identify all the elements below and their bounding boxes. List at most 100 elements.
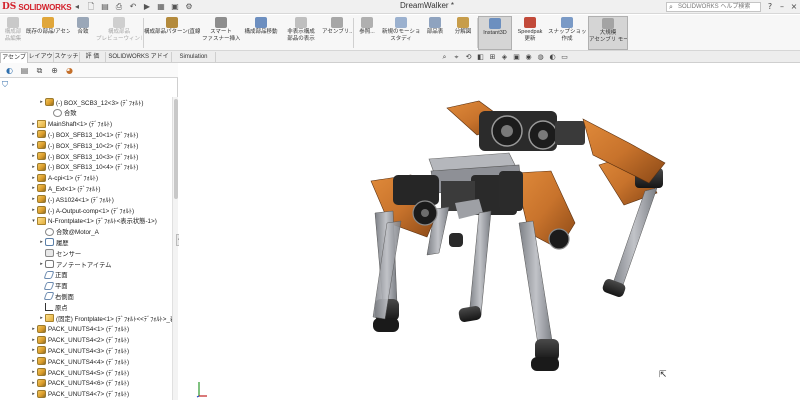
tab-addins[interactable]: SOLIDWORKS アドイン <box>106 52 172 71</box>
tree-node[interactable]: ▸ PACK_UNUTS4<7> (ﾃﾞﾌｫﾙﾄ) <box>30 389 129 399</box>
tree-node[interactable]: 右側面 <box>38 291 74 301</box>
tree-node[interactable]: ▸ PACK_UNUTS4<5> (ﾃﾞﾌｫﾙﾄ) <box>30 367 129 377</box>
options-icon[interactable]: ⚙ <box>184 2 194 12</box>
tree-node[interactable]: ▾ N-Frontplate<1> (ﾃﾞﾌｫﾙﾄ<表示状態-1>) <box>30 216 157 226</box>
expand-arrow-icon[interactable]: ▸ <box>30 175 37 181</box>
expand-arrow-icon[interactable]: ▸ <box>30 131 37 137</box>
bom-button[interactable]: 部品表 <box>422 16 448 50</box>
zoom-to-fit-icon[interactable]: ⌕ <box>440 53 449 62</box>
display-style-icon[interactable]: ▣ <box>512 53 521 62</box>
expand-arrow-icon[interactable]: ▸ <box>30 347 37 353</box>
large-assembly-button[interactable]: 大規模アセンブリ モード <box>588 16 628 50</box>
instant3d-button[interactable]: Instant3D <box>478 16 512 50</box>
undo-icon[interactable]: ↶ <box>128 2 138 12</box>
tree-node[interactable]: センサー <box>38 248 81 258</box>
tree-node[interactable]: ▸ PACK_UNUTS4<4> (ﾃﾞﾌｫﾙﾄ) <box>30 356 129 366</box>
tree-node[interactable]: 合致@Motor_A <box>38 227 99 237</box>
new-doc-icon[interactable]: 🗋 <box>86 2 96 12</box>
scrollbar-thumb[interactable] <box>174 99 178 199</box>
snapshot-button[interactable]: スナップショット作成 <box>548 16 586 50</box>
tab-evaluate[interactable]: 評 価 <box>80 52 106 63</box>
expand-arrow-icon[interactable]: ▸ <box>30 164 37 170</box>
expand-arrow-icon[interactable]: ▸ <box>30 380 37 386</box>
close-button[interactable]: × <box>788 1 800 13</box>
new-motion-study-button[interactable]: 新規のモーションスタディ <box>382 16 420 50</box>
rear-left-leg[interactable] <box>426 206 492 323</box>
tab-simulation[interactable]: Simulation <box>172 52 216 63</box>
tree-node[interactable]: 合致 <box>46 108 77 118</box>
insert-component-button[interactable]: 既存の部品/アセンブリ <box>26 16 70 50</box>
edit-component-button[interactable]: 構成部 品編集 <box>2 16 24 50</box>
robot-dog-model[interactable] <box>179 63 800 400</box>
expand-arrow-icon[interactable]: ▸ <box>30 326 37 332</box>
tree-node[interactable]: ▸ 履歴 <box>38 237 69 247</box>
previous-view-icon[interactable]: ⟲ <box>464 53 473 62</box>
hide-show-icon[interactable]: ◉ <box>524 53 533 62</box>
expand-arrow-icon[interactable]: ▸ <box>38 261 45 267</box>
linear-pattern-button[interactable]: 構成部品パターン(直線パターン) <box>144 16 200 50</box>
reference-button[interactable]: 参照... <box>354 16 380 50</box>
expand-arrow-icon[interactable]: ▾ <box>30 218 37 224</box>
view-settings-icon[interactable]: ▭ <box>560 53 569 62</box>
expand-arrow-icon[interactable]: ▸ <box>38 239 45 245</box>
rebuild-icon[interactable]: ▦ <box>156 2 166 12</box>
tree-node[interactable]: ▸ PACK_UNUTS4<3> (ﾃﾞﾌｫﾙﾄ) <box>30 345 129 355</box>
print-icon[interactable]: ⎙ <box>114 2 124 12</box>
tree-node[interactable]: ▸ PACK_UNUTS4<6> (ﾃﾞﾌｫﾙﾄ) <box>30 378 129 388</box>
tree-node[interactable]: ▸ MainShaft<1> (ﾃﾞﾌｫﾙﾄ) <box>30 119 112 129</box>
view-orientation-icon[interactable]: ◈ <box>500 53 509 62</box>
assembly-features-button[interactable]: アセンブリ... <box>322 16 352 50</box>
section-view-icon[interactable]: ◧ <box>476 53 485 62</box>
front-right-thigh[interactable] <box>499 170 576 250</box>
expand-arrow-icon[interactable]: ▸ <box>30 185 37 191</box>
zoom-area-icon[interactable]: ⌖ <box>452 53 461 62</box>
feature-manager-icon[interactable]: ◐ <box>3 65 16 76</box>
help-search-input[interactable]: ⌕ SOLIDWORKS ヘルプ検索 <box>666 2 761 12</box>
tree-node[interactable]: ▸ (-) BOX_SFB13_10<3> (ﾃﾞﾌｫﾙﾄ) <box>30 151 138 161</box>
tree-node[interactable]: ▸ A_Ext<1> (ﾃﾞﾌｫﾙﾄ) <box>30 183 101 193</box>
show-hidden-button[interactable]: 非表示構成 部品の表示 <box>282 16 320 50</box>
scene-icon[interactable]: ◐ <box>548 53 557 62</box>
expand-arrow-icon[interactable]: ▸ <box>38 315 45 321</box>
expand-arrow-icon[interactable]: ▸ <box>30 391 37 397</box>
expand-arrow-icon[interactable]: ▸ <box>30 153 37 159</box>
configuration-manager-icon[interactable]: ⧉ <box>33 65 46 76</box>
expand-arrow-icon[interactable]: ▸ <box>30 337 37 343</box>
tab-sketch[interactable]: スケッチ <box>54 52 80 63</box>
tree-node[interactable]: 正面 <box>38 270 68 280</box>
tree-node[interactable]: ▸ (-) BOX_SCB3_12<3> (ﾃﾞﾌｫﾙﾄ) <box>38 97 144 107</box>
tree-node[interactable]: 平面 <box>38 281 68 291</box>
component-preview-button[interactable]: 構成部品プレビューウィンドウ <box>96 16 142 50</box>
expand-arrow-icon[interactable]: ▸ <box>30 121 37 127</box>
filter-icon[interactable]: ⛉ <box>2 80 8 90</box>
arrow-left-icon[interactable]: ◂ <box>72 2 82 12</box>
smart-fasteners-button[interactable]: スマート ファスナー挿入 <box>202 16 240 50</box>
expand-arrow-icon[interactable]: ▸ <box>38 99 45 105</box>
tree-node[interactable]: ▸ (-) BOX_SFB13_10<4> (ﾃﾞﾌｫﾙﾄ) <box>30 162 138 172</box>
solidworks-logo[interactable]: DS SOLIDWORKS <box>2 1 72 13</box>
expand-arrow-icon[interactable]: ▸ <box>30 196 37 202</box>
expand-arrow-icon[interactable]: ▸ <box>30 358 37 364</box>
speedpak-button[interactable]: Speedpak 更新 <box>514 16 546 50</box>
expand-arrow-icon[interactable]: ▸ <box>30 207 37 213</box>
tree-node[interactable]: ▸ (-) BOX_SFB13_10<2> (ﾃﾞﾌｫﾙﾄ) <box>30 140 138 150</box>
tree-node[interactable]: ▸ (-) BOX_SFB13_10<1> (ﾃﾞﾌｫﾙﾄ) <box>30 129 138 139</box>
mate-button[interactable]: 合致 <box>72 16 94 50</box>
save-icon[interactable]: ▣ <box>170 2 180 12</box>
expand-arrow-icon[interactable]: ▸ <box>30 142 37 148</box>
minimize-button[interactable]: – <box>776 1 788 13</box>
open-icon[interactable]: ▤ <box>100 2 110 12</box>
display-manager-icon[interactable]: ◕ <box>63 65 76 76</box>
property-manager-icon[interactable]: ▤ <box>18 65 31 76</box>
tab-layout[interactable]: レイアウト <box>28 52 54 71</box>
appearance-icon[interactable]: ◍ <box>536 53 545 62</box>
dynamic-annotation-icon[interactable]: ⊞ <box>488 53 497 62</box>
tree-node[interactable]: ▸ A-cpi<1> (ﾃﾞﾌｫﾙﾄ) <box>30 173 98 183</box>
tree-node[interactable]: ▸ PACK_UNUTS4<1> (ﾃﾞﾌｫﾙﾄ) <box>30 324 129 334</box>
tree-node[interactable]: ▸ (-) A-Output-comp<1> (ﾃﾞﾌｫﾙﾄ) <box>30 205 134 215</box>
expand-arrow-icon[interactable]: ▸ <box>30 369 37 375</box>
tree-node[interactable]: ▸ PACK_UNUTS4<2> (ﾃﾞﾌｫﾙﾄ) <box>30 335 129 345</box>
tree-node[interactable]: 原点 <box>38 302 68 312</box>
dimxpert-icon[interactable]: ⊕ <box>48 65 61 76</box>
tree-node[interactable]: ▸ (固定) Frontplate<1> (ﾃﾞﾌｫﾙﾄ<<ﾃﾞﾌｫﾙﾄ>_表 <box>38 313 176 323</box>
